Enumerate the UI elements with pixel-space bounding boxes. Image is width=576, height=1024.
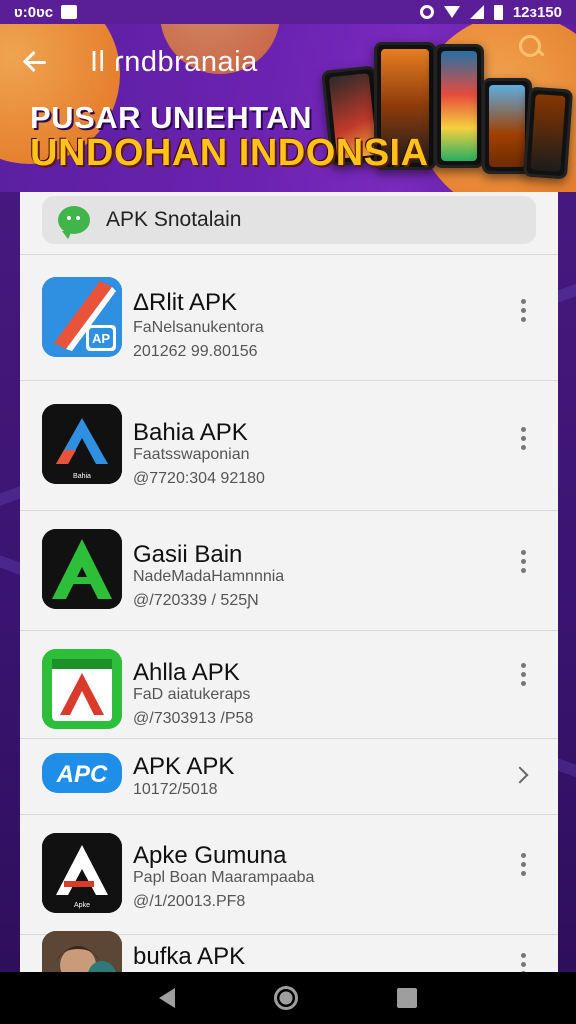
location-icon xyxy=(419,5,434,19)
signal-icon xyxy=(469,5,484,19)
list-item[interactable]: Gasii Bain NadeMadaHamnnnia @/720339 / 5… xyxy=(20,511,558,631)
item-date: @/720339 / 525Ɲ xyxy=(133,592,259,609)
svg-text:Apke: Apke xyxy=(74,902,90,909)
chevron-right-icon[interactable] xyxy=(511,766,529,784)
item-title: bufka APK xyxy=(133,943,246,970)
wifi-icon xyxy=(443,6,460,18)
green-a-icon xyxy=(42,529,122,609)
more-vert-icon[interactable] xyxy=(518,953,528,972)
more-vert-icon[interactable] xyxy=(518,853,528,879)
back-arrow-icon[interactable] xyxy=(20,46,52,78)
status-time: ʋ:0ʋc xyxy=(14,3,54,21)
avatar-photo-icon xyxy=(42,931,122,972)
item-title: Ahlla APK xyxy=(133,659,240,686)
item-date: @/1/20013.PF8 xyxy=(133,893,246,910)
white-a-icon: Apke xyxy=(42,833,122,913)
header-banner: Il ɾndbranaia PUSAR UNIEHTAN UNDOHAN IND… xyxy=(0,24,576,192)
app-title: Il ɾndbranaia xyxy=(90,45,258,78)
more-vert-icon[interactable] xyxy=(518,299,528,325)
item-date: 201262 99.80156 xyxy=(133,343,258,360)
status-clock: 12ɜ150 xyxy=(512,3,562,21)
list-item[interactable]: APC APK APK 10172/5018 xyxy=(20,739,558,815)
item-date: @7720:304 92180 xyxy=(133,470,265,487)
nav-home-icon[interactable] xyxy=(273,986,298,1010)
search-label: APK Snotalain xyxy=(106,208,242,231)
red-a-icon xyxy=(42,649,122,729)
phone-image xyxy=(522,86,574,180)
toolbar: Il ɾndbranaia xyxy=(0,38,576,86)
list-item[interactable]: Apke Apke Gumuna Papl Boan Maarampaaba @… xyxy=(20,815,558,935)
notification-icon xyxy=(61,5,78,19)
item-title: ΔRlit APK xyxy=(133,289,238,316)
list-item[interactable]: AP ΔRlit APK FaNelsanukentora 201262 99.… xyxy=(20,254,558,381)
item-subtitle: Papl Boan Maarampaaba xyxy=(133,869,315,886)
more-vert-icon[interactable] xyxy=(518,550,528,576)
more-vert-icon[interactable] xyxy=(518,427,528,453)
item-date: 10172/5018 xyxy=(133,781,218,798)
item-title: Bahia APK xyxy=(133,419,248,446)
list-item[interactable]: Ahlla APK FaD aiatukeraps @/7303913 /P58 xyxy=(20,631,558,739)
search-bar[interactable]: APK Snotalain xyxy=(42,196,536,244)
more-vert-icon[interactable] xyxy=(518,663,528,689)
list-item[interactable]: bufka APK xyxy=(20,931,558,972)
chat-bubble-icon xyxy=(58,206,90,239)
apc-icon: APC xyxy=(42,753,122,793)
a-triangle-icon: Bahia xyxy=(42,404,122,484)
battery-icon xyxy=(493,4,503,20)
banner-subtitle: UNDOHAN INDONSIA xyxy=(30,132,429,174)
item-title: Apke Gumuna xyxy=(133,842,287,869)
item-title: APK APK xyxy=(133,753,235,780)
item-subtitle: Faatsswaponian xyxy=(133,446,250,463)
svg-text:AP: AP xyxy=(92,331,110,346)
ap-icon: AP xyxy=(42,277,122,357)
item-subtitle: FaNelsanukentora xyxy=(133,319,264,336)
list-item[interactable]: Bahia Bahia APK Faatsswaponian @7720:304… xyxy=(20,381,558,511)
status-bar: ʋ:0ʋc 12ɜ150 xyxy=(0,0,576,24)
app-list-card: APK Snotalain AP ΔRlit APK FaNelsanukent… xyxy=(20,192,558,972)
system-nav-bar xyxy=(0,972,576,1024)
item-date: @/7303913 /P58 xyxy=(133,710,254,727)
item-subtitle: FaD aiatukeraps xyxy=(133,686,251,703)
svg-text:Bahia: Bahia xyxy=(73,473,91,480)
nav-back-icon[interactable] xyxy=(159,988,176,1008)
item-subtitle: NadeMadaHamnnnia xyxy=(133,568,285,585)
svg-text:APC: APC xyxy=(56,761,108,788)
item-title: Gasii Bain xyxy=(133,541,243,568)
banner-title: PUSAR UNIEHTAN xyxy=(30,100,312,135)
nav-recents-icon[interactable] xyxy=(396,988,417,1008)
